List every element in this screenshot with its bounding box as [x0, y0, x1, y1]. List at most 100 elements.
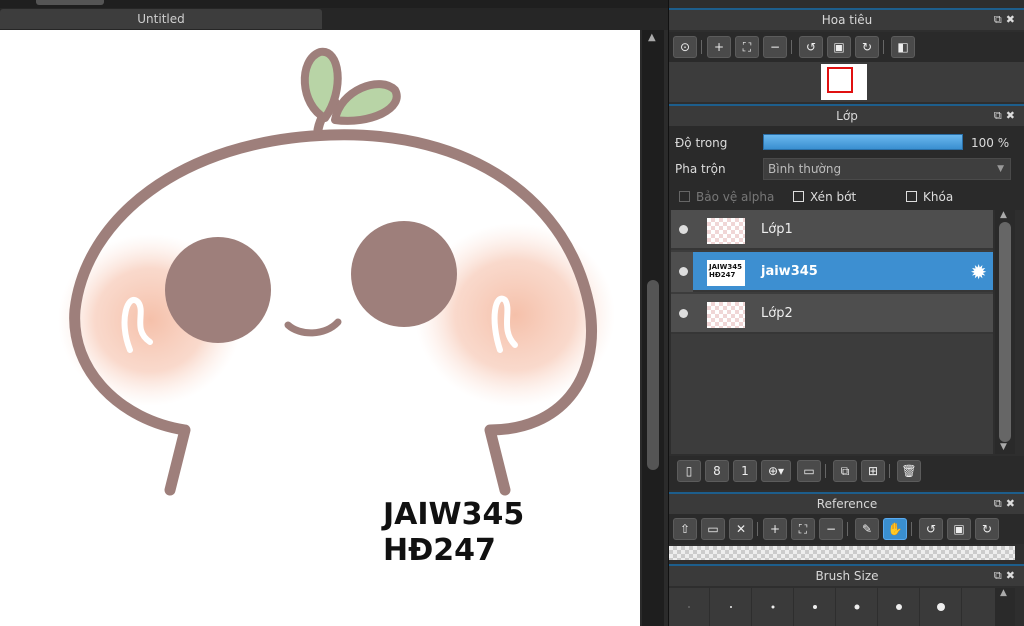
brush-size-option[interactable]: [711, 588, 752, 626]
panel-controls[interactable]: ⧉✖: [994, 10, 1019, 30]
reset-icon[interactable]: ▣: [947, 518, 971, 540]
scroll-up-icon[interactable]: ▲: [648, 32, 656, 43]
scroll-up-icon[interactable]: ▲: [1000, 210, 1007, 220]
zoom-in-icon[interactable]: +: [763, 518, 787, 540]
right-eye: [351, 221, 457, 327]
layer-item[interactable]: Lớp1: [671, 210, 993, 250]
new-layer-1bit-icon[interactable]: 1: [733, 460, 757, 482]
rotate-right-icon[interactable]: ↻: [855, 36, 879, 58]
opacity-label: Độ trong: [675, 136, 728, 150]
left-eye: [165, 237, 271, 343]
layer-scroll-thumb[interactable]: [999, 222, 1011, 442]
canvas-text-line2: HĐ247: [383, 533, 496, 568]
upload-icon[interactable]: ⇧: [673, 518, 697, 540]
trash-icon[interactable]: 🗑: [897, 460, 921, 482]
rotate-right-icon[interactable]: ↻: [975, 518, 999, 540]
scroll-down-icon[interactable]: ▼: [1000, 442, 1007, 452]
reset-icon[interactable]: ▣: [827, 36, 851, 58]
layer-item[interactable]: Lớp2: [671, 294, 993, 334]
brush-size-option[interactable]: [795, 588, 836, 626]
navigator-preview[interactable]: [669, 62, 1024, 102]
blend-mode-value: Bình thường: [768, 162, 842, 176]
layer-list-scrollbar[interactable]: ▲ ▼: [995, 210, 1015, 454]
layers-panel-title: Lớp ⧉✖: [669, 104, 1024, 126]
open-folder-icon[interactable]: ▭: [701, 518, 725, 540]
panel-controls[interactable]: ⧉✖: [994, 566, 1019, 586]
layer-list: Lớp1 JAIW345 HĐ247 jaiw345 ✹ Lớp2: [671, 210, 993, 454]
layer-item-selected[interactable]: JAIW345 HĐ247 jaiw345 ✹: [693, 252, 993, 292]
navigator-panel-title: Hoa tiêu ⧉✖: [669, 8, 1024, 30]
zoom-out-icon[interactable]: −: [763, 36, 787, 58]
panel-controls[interactable]: ⧉✖: [994, 494, 1019, 514]
zoom-out-icon[interactable]: −: [819, 518, 843, 540]
layer-thumbnail: [707, 302, 745, 328]
navigator-toolbar: ⊙ + ⛶ − ↺ ▣ ↻ ◧: [669, 32, 1024, 62]
brush-size-scrollbar[interactable]: ▲: [995, 588, 1015, 626]
left-leaf: [300, 47, 342, 122]
visibility-toggle[interactable]: [679, 267, 688, 276]
brush-size-option[interactable]: [753, 588, 794, 626]
new-layer-8bit-icon[interactable]: 8: [705, 460, 729, 482]
merge-icon[interactable]: ⊞: [861, 460, 885, 482]
top-menu-button[interactable]: [36, 0, 104, 5]
lock-checkbox[interactable]: Khóa: [906, 190, 953, 204]
canvas-artwork: JAIW345 HĐ247: [58, 47, 615, 568]
document-tab[interactable]: Untitled: [0, 9, 322, 29]
layer-name: Lớp1: [761, 222, 793, 237]
reference-image-area[interactable]: [669, 546, 1015, 560]
protect-alpha-checkbox[interactable]: Bảo vệ alpha: [679, 190, 774, 204]
brush-size-option[interactable]: [879, 588, 920, 626]
canvas-text-line1: JAIW345: [381, 497, 524, 532]
chevron-down-icon: ▼: [997, 164, 1004, 174]
canvas-scroll-thumb[interactable]: [647, 280, 659, 470]
layer-name: jaiw345: [761, 264, 818, 279]
brush-size-option[interactable]: [837, 588, 878, 626]
layer-visibility-strip: [671, 252, 693, 292]
rotate-left-icon[interactable]: ↺: [799, 36, 823, 58]
reference-panel-title: Reference ⧉✖: [669, 492, 1024, 514]
add-layer-dropdown-icon[interactable]: ⊕▾: [761, 460, 791, 482]
scroll-up-icon[interactable]: ▲: [1000, 588, 1007, 598]
layers-title-label: Lớp: [836, 109, 858, 123]
folder-icon[interactable]: ▭: [797, 460, 821, 482]
layer-thumbnail: JAIW345 HĐ247: [707, 260, 745, 286]
brush-size-panel-title: Brush Size ⧉✖: [669, 564, 1024, 586]
visibility-toggle[interactable]: [679, 309, 688, 318]
navigator-thumbnail[interactable]: [821, 64, 867, 100]
top-strip: [0, 0, 668, 8]
opacity-value: 100 %: [971, 136, 1010, 150]
eyedropper-icon[interactable]: ✎: [855, 518, 879, 540]
layer-thumbnail: [707, 218, 745, 244]
brush-size-title-label: Brush Size: [815, 569, 879, 583]
panel-controls[interactable]: ⧉✖: [994, 106, 1019, 126]
zoom-in-icon[interactable]: +: [707, 36, 731, 58]
gear-icon[interactable]: ✹: [970, 260, 987, 284]
viewport-rect[interactable]: [827, 67, 853, 93]
layer-toolbar: ▯ 8 1 ⊕▾ ▭ ⧉ ⊞ 🗑: [669, 456, 1024, 490]
reference-title-label: Reference: [816, 497, 878, 511]
opacity-slider[interactable]: [763, 134, 963, 150]
layer-name: Lớp2: [761, 306, 793, 321]
fit-icon[interactable]: ⛶: [791, 518, 815, 540]
close-icon[interactable]: ✕: [729, 518, 753, 540]
mouth: [284, 318, 342, 337]
blend-label: Pha trộn: [675, 162, 726, 176]
hand-icon[interactable]: ✋: [883, 518, 907, 540]
zoom-actual-icon[interactable]: ⊙: [673, 36, 697, 58]
right-leaf: [331, 80, 401, 125]
canvas-scrollbar[interactable]: ▲: [642, 30, 664, 626]
brush-size-option[interactable]: [921, 588, 962, 626]
navigator-title-label: Hoa tiêu: [821, 13, 873, 27]
clipping-checkbox[interactable]: Xén bớt: [793, 190, 856, 204]
drawing-canvas[interactable]: JAIW345 HĐ247: [0, 30, 640, 626]
reference-toolbar: ⇧ ▭ ✕ + ⛶ − ✎ ✋ ↺ ▣ ↻: [669, 514, 1024, 544]
fit-icon[interactable]: ⛶: [735, 36, 759, 58]
new-layer-icon[interactable]: ▯: [677, 460, 701, 482]
rotate-left-icon[interactable]: ↺: [919, 518, 943, 540]
flip-icon[interactable]: ◧: [891, 36, 915, 58]
visibility-toggle[interactable]: [679, 225, 688, 234]
brush-size-grid: [669, 588, 1005, 626]
blend-mode-select[interactable]: Bình thường ▼: [763, 158, 1011, 180]
duplicate-icon[interactable]: ⧉: [833, 460, 857, 482]
brush-size-option[interactable]: [669, 588, 710, 626]
